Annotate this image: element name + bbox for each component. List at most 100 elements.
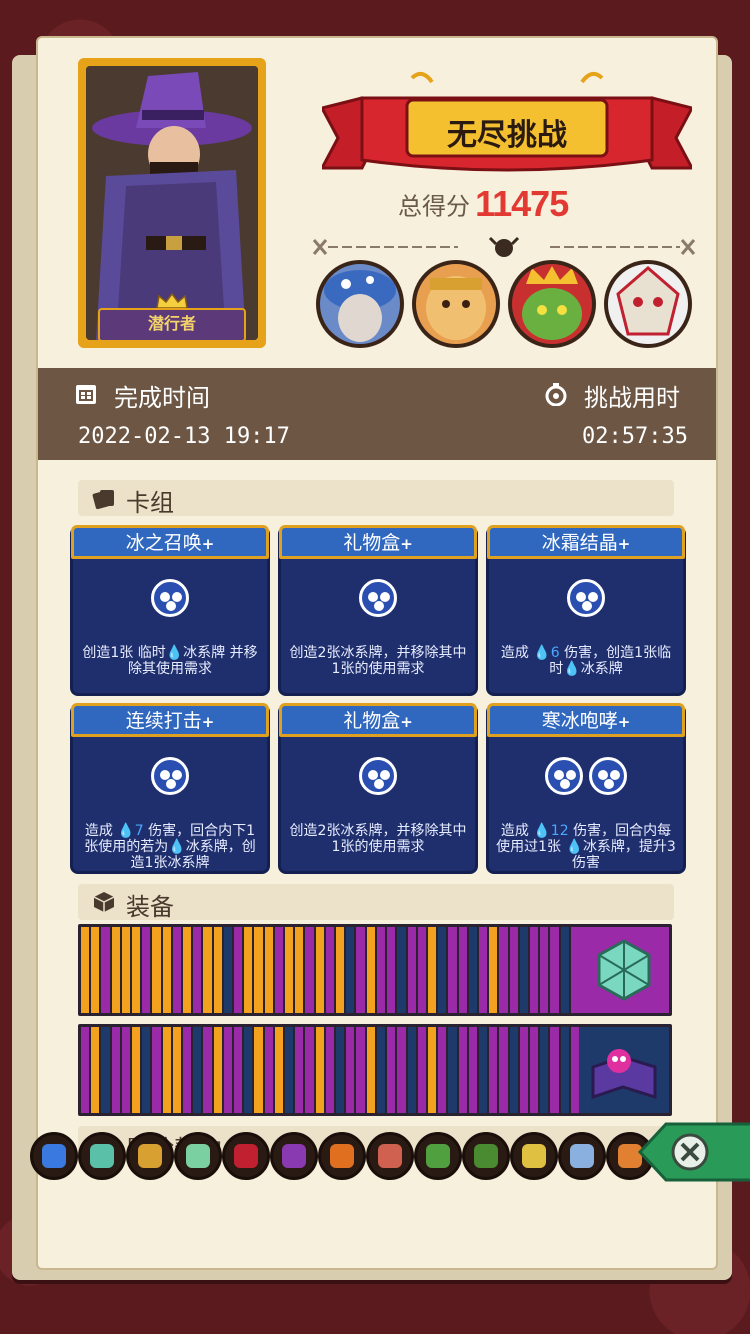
equipment-item — [315, 1027, 326, 1113]
deck-card[interactable]: 连续打击+ 造成 💧7 伤害，回合内下1张使用的若为💧冰系牌，创造1张冰系牌 — [70, 703, 270, 874]
ice-orb-icon — [545, 757, 583, 795]
card-description: 创造2张冰系牌，并移除其中1张的使用需求 — [287, 823, 469, 855]
card-upgrade-mark: + — [201, 535, 215, 553]
equipment-item — [264, 1027, 275, 1113]
deck-card[interactable]: 礼物盒+ 创造2张冰系牌，并移除其中1张的使用需求 — [278, 525, 478, 696]
flower-pot-icon[interactable] — [510, 1132, 558, 1180]
heart-book-icon[interactable] — [222, 1132, 270, 1180]
ice-orb-icon — [359, 579, 397, 617]
equipment-item — [427, 1027, 439, 1113]
card-cost — [489, 579, 683, 623]
card-desc-text: 造成 — [84, 823, 118, 839]
equipment-item — [223, 1027, 235, 1113]
card-name: 礼物盒 — [343, 532, 401, 554]
equipment-item — [509, 927, 520, 1013]
equipment-row[interactable] — [78, 1024, 672, 1116]
card-name: 冰之召唤 — [125, 532, 202, 554]
equipment-item — [356, 1027, 367, 1113]
equipment-item — [529, 1027, 541, 1113]
equipment-section-header: 装备 — [78, 884, 674, 921]
equipment-item — [172, 927, 184, 1013]
boss-divider — [312, 236, 696, 257]
equipment-item — [81, 1027, 92, 1113]
contract-glyph — [378, 1144, 402, 1168]
teal-potion-icon[interactable] — [78, 1132, 126, 1180]
deck-card[interactable]: 冰霜结晶+ 造成 💧6 伤害，创造1张临时💧冰系牌 — [486, 525, 686, 696]
card-cost — [281, 757, 475, 801]
boss-mushroom-sage[interactable] — [316, 260, 404, 348]
equipment-item — [203, 927, 214, 1013]
meat-icon[interactable] — [366, 1132, 414, 1180]
boss-goblin-king[interactable] — [508, 260, 596, 348]
character-portrait[interactable]: 潜行者 — [78, 58, 266, 348]
card-description: 造成 💧12 伤害，回合内每使用过1张 💧冰系牌，提升3伤害 — [495, 823, 677, 871]
card-title: 冰霜结晶+ — [487, 525, 685, 559]
card-title: 寒冰咆哮+ — [487, 703, 685, 737]
equipment-item — [183, 927, 194, 1013]
deck-card[interactable]: 礼物盒+ 创造2张冰系牌，并移除其中1张的使用需求 — [278, 703, 478, 874]
contract-glyph — [186, 1144, 210, 1168]
boss-monkey-warrior[interactable] — [412, 260, 500, 348]
close-button[interactable] — [636, 1120, 750, 1184]
green-creature-icon[interactable] — [414, 1132, 462, 1180]
equipment-item — [234, 927, 245, 1013]
equipment-item — [285, 927, 296, 1013]
equipment-item — [489, 927, 500, 1013]
card-description: 创造1张 临时💧冰系牌 并移除其使用需求 — [79, 645, 261, 677]
equipment-item — [132, 1027, 143, 1113]
equipment-item — [132, 927, 143, 1013]
fire-burst-icon[interactable] — [318, 1132, 366, 1180]
deck-card[interactable]: 寒冰咆哮+ 造成 💧12 伤害，回合内每使用过1张 💧冰系牌，提升3伤害 — [486, 703, 686, 874]
contract-glyph — [138, 1144, 162, 1168]
purple-bat-icon[interactable] — [270, 1132, 318, 1180]
contract-glyph — [570, 1144, 594, 1168]
equipment-item — [101, 927, 112, 1013]
equipment-row[interactable] — [78, 924, 672, 1016]
card-upgrade-mark: + — [201, 713, 215, 731]
ice-orb-icon — [151, 757, 189, 795]
deck-card[interactable]: 冰之召唤+ 创造1张 临时💧冰系牌 并移除其使用需求 — [70, 525, 270, 696]
contract-icons — [30, 1132, 654, 1188]
scroll-icon[interactable] — [126, 1132, 174, 1180]
equipment-item — [244, 1027, 255, 1113]
stopwatch-icon — [545, 383, 567, 406]
equipment-item — [295, 927, 306, 1013]
card-desc-text: 创造2张冰系牌，并移除其中1张的使用需求 — [289, 645, 467, 677]
mode-title: 无尽挑战 — [447, 118, 567, 153]
ice-scroll-icon[interactable] — [558, 1132, 606, 1180]
ice-drop-value: 💧 — [168, 839, 186, 855]
equipment-item — [560, 1027, 571, 1113]
card-desc-text: 创造1张 临时 — [82, 645, 166, 661]
equipment-item — [193, 927, 204, 1013]
green-bottle-icon[interactable] — [174, 1132, 222, 1180]
equipment-item — [438, 927, 449, 1013]
equipment-item — [285, 1027, 296, 1113]
star-leaf-icon[interactable] — [462, 1132, 510, 1180]
equipment-item — [366, 927, 377, 1013]
equipment-item — [448, 927, 459, 1013]
card-title: 礼物盒+ — [279, 703, 477, 737]
defeated-bosses — [316, 260, 696, 352]
equipment-item — [101, 1027, 112, 1113]
equipment-item — [427, 927, 439, 1013]
boss-skeleton-king[interactable] — [604, 260, 692, 348]
card-description: 造成 💧6 伤害，创造1张临时💧冰系牌 — [495, 645, 677, 677]
blue-flame-skull-icon[interactable] — [30, 1132, 78, 1180]
card-description: 创造2张冰系牌，并移除其中1张的使用需求 — [287, 645, 469, 677]
card-title: 冰之召唤+ — [71, 525, 269, 559]
contract-glyph — [282, 1144, 306, 1168]
card-name: 礼物盒 — [343, 710, 401, 732]
equipment-item — [438, 1027, 449, 1113]
card-name: 连续打击 — [125, 710, 202, 732]
duration-label: 挑战用时 — [584, 384, 680, 412]
equipment-item — [91, 1027, 102, 1113]
equipment-item — [111, 927, 122, 1013]
card-desc-text: 造成 — [500, 645, 534, 661]
equipment-item — [254, 927, 265, 1013]
card-title: 礼物盒+ — [279, 525, 477, 559]
equipment-item — [325, 1027, 337, 1113]
equipment-item — [499, 927, 510, 1013]
ice-drop-value: 💧 — [565, 839, 583, 855]
equipment-item — [244, 927, 255, 1013]
cards-icon — [92, 490, 114, 510]
